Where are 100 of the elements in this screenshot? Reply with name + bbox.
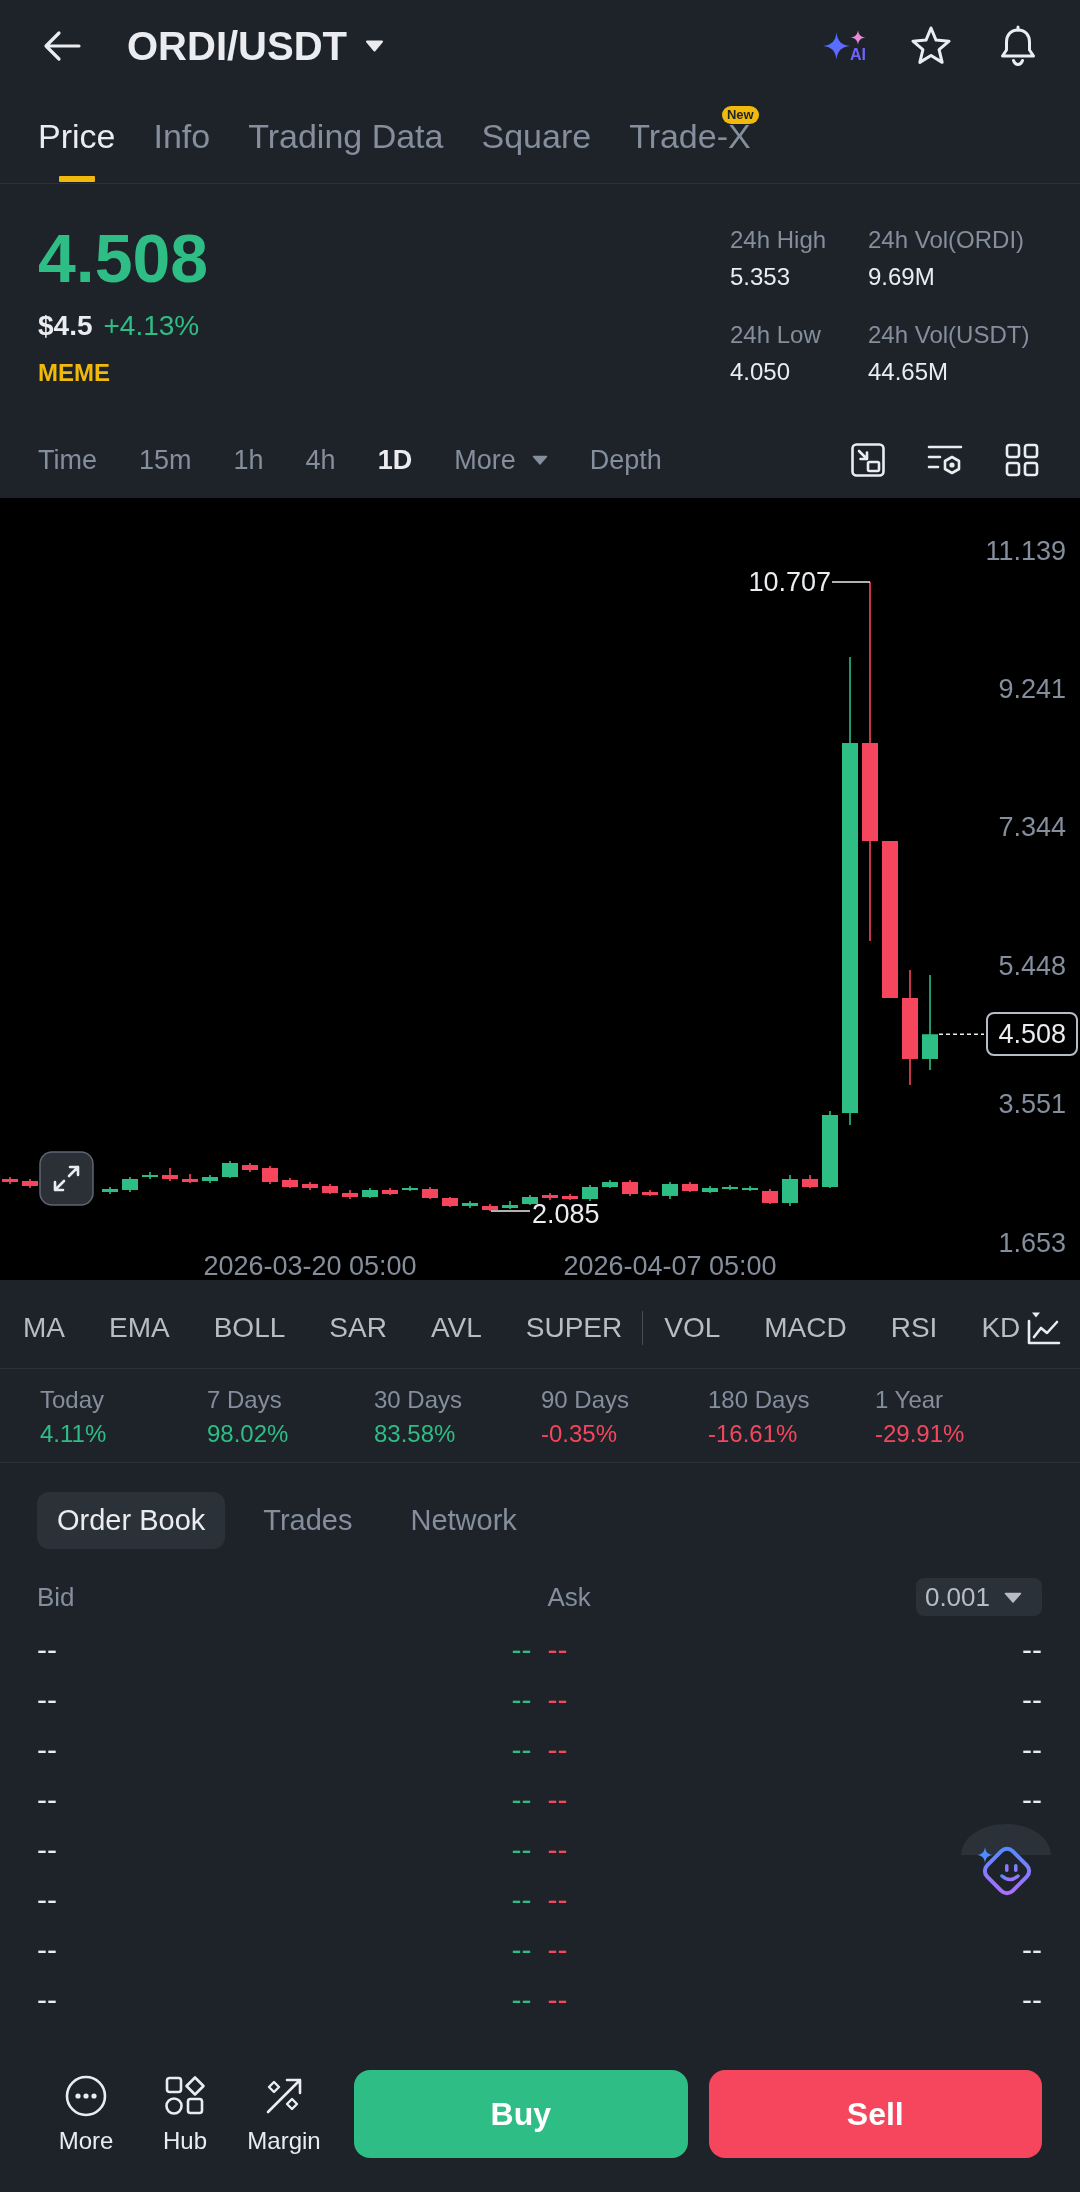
hub-button[interactable]: Hub xyxy=(141,2075,229,2155)
indicator-tab[interactable]: SAR xyxy=(329,1311,387,1345)
bid-price: -- xyxy=(511,1882,532,1918)
stat-label: 24h Vol(USDT) xyxy=(868,320,1030,350)
interval-tab[interactable]: Time xyxy=(38,442,97,478)
category-tag[interactable]: MEME xyxy=(38,357,110,389)
ask-amount: -- xyxy=(1022,1682,1042,1718)
grid-icon[interactable] xyxy=(1005,443,1039,477)
indicator-tab[interactable]: MA xyxy=(23,1311,65,1345)
ask-price: -- xyxy=(547,1632,568,1668)
period-change: 4.11% xyxy=(40,1419,107,1449)
stat-label: 24h Low xyxy=(730,320,821,350)
ask-price: -- xyxy=(547,1832,568,1868)
period-label: 30 Days xyxy=(374,1385,463,1415)
period-change: -0.35% xyxy=(541,1419,618,1449)
bid-price: -- xyxy=(511,1782,532,1818)
interval-tab[interactable]: More xyxy=(454,442,548,478)
candlestick xyxy=(242,1162,258,1173)
candlestick xyxy=(762,1188,778,1205)
interval-tab[interactable]: Depth xyxy=(589,442,662,478)
indicator-tab[interactable]: RSI xyxy=(890,1311,938,1345)
stat-value: 4.050 xyxy=(730,357,791,387)
indicator-tab[interactable]: AVL xyxy=(430,1311,482,1345)
candlestick xyxy=(782,1174,798,1207)
bid-amount: -- xyxy=(37,1932,57,1968)
settings-icon[interactable] xyxy=(927,443,963,477)
tab[interactable]: Trading Data xyxy=(248,92,444,183)
price-line xyxy=(938,1033,985,1036)
stat-value: 5.353 xyxy=(730,262,791,292)
leader-line xyxy=(831,581,871,583)
ask-amount: -- xyxy=(1022,1632,1042,1668)
indicator-tab[interactable]: KD xyxy=(981,1311,1021,1345)
column-header: Bid xyxy=(37,1581,75,1614)
tab[interactable]: Info xyxy=(153,92,211,183)
caret-icon xyxy=(365,40,384,52)
period-label: 90 Days xyxy=(541,1385,630,1415)
candlestick xyxy=(282,1177,298,1189)
indicator-tab[interactable]: BOLL xyxy=(213,1311,286,1345)
indicator-tab[interactable]: MACD xyxy=(764,1311,847,1345)
bid-price: -- xyxy=(511,1932,532,1968)
sell-button[interactable]: Sell xyxy=(708,2070,1042,2158)
precision-dropdown[interactable]: 0.001 xyxy=(915,1578,1042,1616)
candlestick xyxy=(622,1179,638,1197)
time-axis-label: 2026-04-07 05:00 xyxy=(563,1253,777,1279)
ask-amount: -- xyxy=(1022,1732,1042,1768)
star-icon[interactable] xyxy=(910,26,952,66)
period-change: -16.61% xyxy=(708,1419,798,1449)
interval-tab[interactable]: 15m xyxy=(139,442,192,478)
candlestick xyxy=(202,1174,218,1184)
tab[interactable]: Price xyxy=(38,92,116,183)
bid-amount: -- xyxy=(37,1732,57,1768)
candlestick xyxy=(2,1176,18,1185)
time-axis-label: 2026-03-20 05:00 xyxy=(203,1253,417,1279)
bid-price: -- xyxy=(511,1682,532,1718)
shapes-icon xyxy=(164,2075,206,2117)
candlestick xyxy=(362,1187,378,1199)
candlestick xyxy=(22,1178,38,1189)
price-axis-label: 3.551 xyxy=(998,1088,1066,1121)
candlestick xyxy=(422,1186,438,1200)
stat-value: 44.65M xyxy=(868,357,949,387)
bid-amount: -- xyxy=(37,1982,57,2018)
book-tab[interactable]: Trades xyxy=(243,1492,373,1549)
candlestick xyxy=(522,1194,538,1206)
indicator-tab[interactable]: EMA xyxy=(109,1311,170,1345)
expand-icon[interactable] xyxy=(39,1151,94,1206)
candlestick xyxy=(402,1185,418,1192)
interval-tab[interactable]: 1D xyxy=(377,442,413,478)
back-arrow-icon[interactable] xyxy=(43,30,81,62)
candlestick xyxy=(382,1187,398,1196)
interval-tab[interactable]: 1h xyxy=(233,442,264,478)
margin-button[interactable]: Margin xyxy=(240,2075,328,2155)
bid-price: -- xyxy=(511,1732,532,1768)
tab[interactable]: Square xyxy=(481,92,592,183)
candlestick xyxy=(702,1185,718,1194)
book-tab[interactable]: Order Book xyxy=(37,1492,226,1549)
pair-selector[interactable]: ORDI/USDT xyxy=(127,22,384,70)
period-change: 98.02% xyxy=(207,1419,289,1449)
candlestick xyxy=(502,1200,518,1210)
indicator-tab[interactable]: VOL xyxy=(664,1311,721,1345)
candlestick xyxy=(722,1184,738,1191)
candlestick xyxy=(102,1186,118,1195)
caret-icon xyxy=(1004,1591,1022,1603)
candlestick xyxy=(642,1189,658,1197)
candlestick xyxy=(322,1183,338,1195)
price-axis-label: 1.653 xyxy=(998,1226,1066,1259)
price-axis-label: 11.139 xyxy=(985,534,1066,567)
more-button[interactable]: More xyxy=(42,2075,130,2155)
interval-tab[interactable]: 4h xyxy=(305,442,336,478)
book-tab[interactable]: Network xyxy=(390,1492,537,1549)
ai-button[interactable]: AI xyxy=(823,30,866,62)
candlestick xyxy=(582,1184,598,1202)
usd-price: $4.5 xyxy=(38,309,93,343)
bid-price: -- xyxy=(511,1632,532,1668)
period-label: 1 Year xyxy=(875,1385,944,1415)
indicator-tab[interactable]: SUPER xyxy=(525,1311,623,1345)
period-label: Today xyxy=(40,1385,105,1415)
line-chart-icon[interactable] xyxy=(1026,1310,1061,1346)
bid-amount: -- xyxy=(37,1632,57,1668)
price-axis-label: 7.344 xyxy=(998,811,1066,844)
candlestick xyxy=(562,1193,578,1201)
